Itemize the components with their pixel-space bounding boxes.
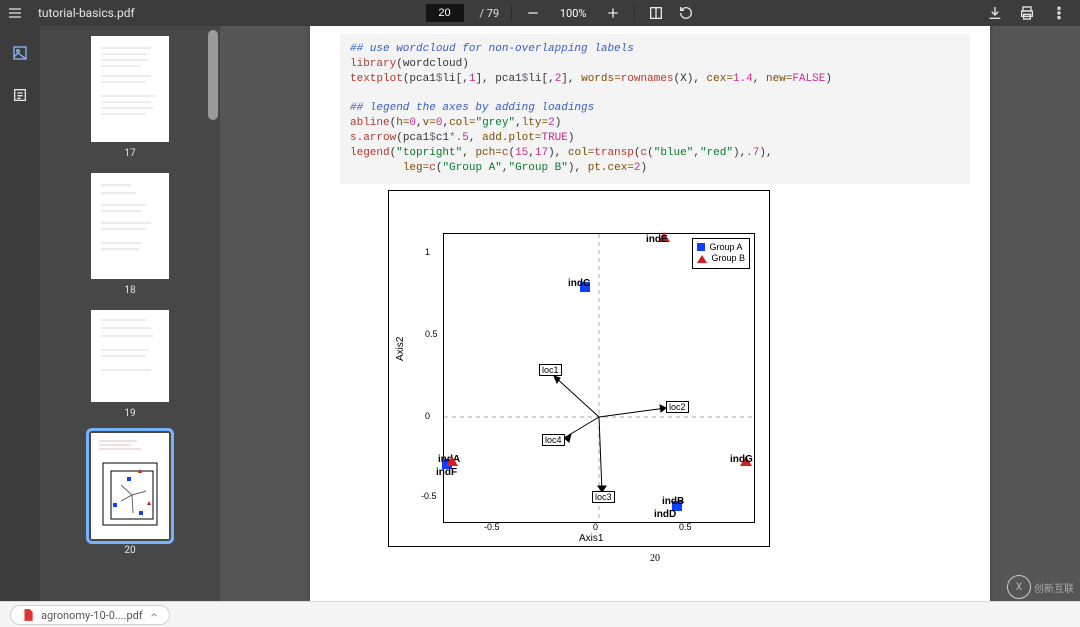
download-filename: agronomy-10-0....pdf <box>41 609 143 622</box>
xtick: -0.5 <box>484 522 500 532</box>
pca-plot: Axis1 Axis2 loc <box>388 190 770 547</box>
legend-text: Group A <box>709 242 742 254</box>
file-title: tutorial-basics.pdf <box>38 6 135 20</box>
thumb-label: 20 <box>124 545 135 556</box>
thumb-18[interactable] <box>91 173 169 279</box>
xtick: 0.5 <box>679 522 692 532</box>
more-icon[interactable] <box>1050 4 1068 22</box>
ytick: 0.5 <box>425 329 438 339</box>
ytick: 0 <box>425 411 430 421</box>
chevron-up-icon <box>149 610 159 620</box>
print-icon[interactable] <box>1018 4 1036 22</box>
pdf-icon <box>21 608 35 622</box>
point-label: indD <box>654 509 676 520</box>
xtick: 0 <box>593 522 598 532</box>
x-axis-label: Axis1 <box>579 533 603 544</box>
thumbnail-panel[interactable]: 17 18 19 20 <box>40 26 220 601</box>
thumb-20[interactable] <box>91 433 169 539</box>
arrow-label: loc4 <box>542 434 565 446</box>
point-label: indF <box>436 467 457 478</box>
point-label: indB <box>662 496 684 507</box>
sidebar-rail <box>0 26 40 601</box>
download-chip[interactable]: agronomy-10-0....pdf <box>10 605 170 625</box>
thumbnails-icon[interactable] <box>11 44 29 62</box>
page-viewport[interactable]: ## use wordcloud for non-overlapping lab… <box>220 26 1080 601</box>
plot-inner: loc1 loc2 loc3 loc4 indA indB indC indD … <box>443 233 755 523</box>
thumb-17[interactable] <box>91 36 169 142</box>
point-triangle <box>446 456 458 466</box>
scrollbar-thumb[interactable] <box>208 30 218 120</box>
outline-icon[interactable] <box>11 86 29 104</box>
rotate-icon[interactable] <box>677 4 695 22</box>
plot-legend: Group A Group B <box>692 238 750 269</box>
arrow-label: loc2 <box>666 401 689 413</box>
code-block: ## use wordcloud for non-overlapping lab… <box>340 34 970 184</box>
pdf-toolbar: tutorial-basics.pdf / 79 100% <box>0 0 1080 26</box>
zoom-in-icon[interactable] <box>604 4 622 22</box>
page-number: 20 <box>340 553 970 564</box>
legend-text: Group B <box>711 253 745 265</box>
thumb-label: 19 <box>124 408 135 419</box>
legend-triangle-icon <box>697 255 707 263</box>
watermark-logo-icon: X <box>1007 575 1031 599</box>
download-shelf: agronomy-10-0....pdf <box>0 601 1080 627</box>
page-total: / 79 <box>480 7 500 20</box>
arrow-label: loc1 <box>539 364 562 376</box>
download-icon[interactable] <box>986 4 1004 22</box>
divider <box>511 5 512 21</box>
thumb-label: 17 <box>124 148 135 159</box>
pdf-page: ## use wordcloud for non-overlapping lab… <box>310 26 990 601</box>
page-input[interactable] <box>426 4 464 22</box>
watermark: X 创新互联 <box>1007 575 1074 599</box>
point-label: indG <box>730 454 753 465</box>
zoom-out-icon[interactable] <box>524 4 542 22</box>
legend-square-icon <box>697 243 705 251</box>
zoom-level: 100% <box>554 7 592 20</box>
ytick: -0.5 <box>421 491 437 501</box>
y-axis-label: Axis2 <box>395 336 406 360</box>
watermark-text: 创新互联 <box>1034 580 1074 595</box>
fit-page-icon[interactable] <box>647 4 665 22</box>
point-label: indE <box>646 234 668 245</box>
divider <box>634 5 635 21</box>
point-label: indC <box>568 278 590 289</box>
thumb-19[interactable] <box>91 310 169 402</box>
thumb-label: 18 <box>124 285 135 296</box>
menu-icon[interactable] <box>6 4 24 22</box>
ytick: 1 <box>425 247 430 257</box>
arrow-label: loc3 <box>592 491 615 503</box>
